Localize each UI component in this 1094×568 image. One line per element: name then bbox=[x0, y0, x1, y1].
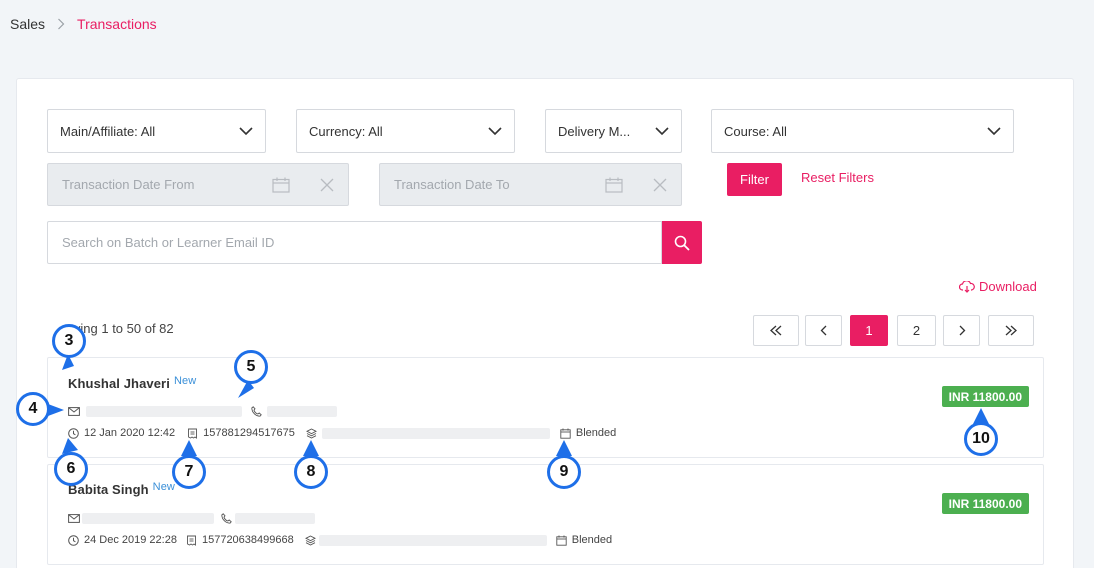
page-button-1[interactable]: 1 bbox=[850, 315, 888, 346]
course-select[interactable]: Course: All bbox=[711, 109, 1014, 153]
calendar-icon[interactable] bbox=[605, 177, 623, 193]
learner-name[interactable]: Khushal Jhaveri New bbox=[68, 375, 197, 391]
learner-name-text: Khushal Jhaveri bbox=[68, 376, 170, 391]
email-icon bbox=[68, 406, 80, 416]
download-label: Download bbox=[979, 279, 1037, 294]
search-placeholder: Search on Batch or Learner Email ID bbox=[62, 235, 275, 250]
annotation-marker-10: 10 bbox=[964, 422, 998, 456]
annotation-arrow bbox=[48, 404, 64, 416]
batch-redacted bbox=[318, 534, 547, 546]
date-to-placeholder: Transaction Date To bbox=[394, 177, 510, 192]
delivery-mode-select[interactable]: Delivery M... bbox=[545, 109, 682, 153]
clear-icon[interactable] bbox=[653, 178, 667, 192]
currency-value: Currency: All bbox=[309, 123, 383, 139]
transactions-card: Main/Affiliate: All Currency: All Delive… bbox=[16, 78, 1074, 568]
cloud-download-icon bbox=[959, 280, 975, 293]
delivery-mode: Blended bbox=[571, 534, 613, 546]
currency-select[interactable]: Currency: All bbox=[296, 109, 515, 153]
learner-name-text: Babita Singh bbox=[68, 482, 149, 497]
new-badge: New bbox=[152, 481, 175, 493]
search-icon bbox=[674, 235, 690, 251]
transaction-id: 157881294517675 bbox=[203, 427, 295, 439]
annotation-marker-4: 4 bbox=[16, 392, 50, 426]
course-value: Course: All bbox=[724, 123, 787, 139]
date-from-field[interactable]: Transaction Date From bbox=[47, 163, 349, 206]
clock-icon bbox=[68, 427, 79, 439]
transaction-datetime: 12 Jan 2020 12:42 bbox=[84, 427, 176, 439]
last-page-button[interactable] bbox=[988, 315, 1034, 346]
receipt-icon bbox=[187, 428, 198, 439]
reset-filters-link[interactable]: Reset Filters bbox=[801, 170, 874, 185]
transaction-datetime: 24 Dec 2019 22:28 bbox=[84, 534, 177, 546]
search-input[interactable]: Search on Batch or Learner Email ID bbox=[47, 221, 662, 264]
breadcrumb-current: Transactions bbox=[77, 16, 157, 32]
annotation-marker-9: 9 bbox=[547, 455, 581, 489]
email-redacted bbox=[82, 512, 214, 524]
calendar-icon[interactable] bbox=[272, 177, 290, 193]
contact-row bbox=[68, 404, 337, 418]
download-link[interactable]: Download bbox=[959, 279, 1037, 294]
phone-redacted bbox=[235, 512, 315, 524]
breadcrumb: Sales Transactions bbox=[0, 0, 1094, 48]
phone-icon bbox=[221, 512, 232, 524]
details-row: 12 Jan 2020 12:42 157881294517675 Blende… bbox=[68, 426, 616, 440]
annotation-marker-8: 8 bbox=[294, 455, 328, 489]
annotation-arrow bbox=[303, 440, 319, 456]
next-page-button[interactable] bbox=[943, 315, 980, 346]
date-from-placeholder: Transaction Date From bbox=[62, 177, 195, 192]
chevron-down-icon bbox=[655, 126, 669, 136]
calendar-icon bbox=[560, 428, 571, 439]
layers-icon bbox=[304, 534, 316, 546]
amount-badge: INR 11800.00 bbox=[941, 386, 1029, 407]
delivery-mode-value: Delivery M... bbox=[558, 123, 631, 139]
phone-icon bbox=[251, 405, 262, 417]
chevron-down-icon bbox=[488, 126, 502, 136]
email-icon bbox=[68, 513, 80, 523]
amount-badge: INR 11800.00 bbox=[941, 493, 1029, 514]
annotation-marker-7: 7 bbox=[172, 455, 206, 489]
contact-row bbox=[68, 511, 315, 525]
details-row: 24 Dec 2019 22:28 157720638499668 Blende… bbox=[68, 533, 612, 547]
annotation-marker-3: 3 bbox=[52, 324, 86, 358]
email-redacted bbox=[86, 405, 242, 417]
date-to-field[interactable]: Transaction Date To bbox=[379, 163, 682, 206]
clear-icon[interactable] bbox=[320, 178, 334, 192]
main-affiliate-select[interactable]: Main/Affiliate: All bbox=[47, 109, 266, 153]
first-page-button[interactable] bbox=[753, 315, 799, 346]
main-affiliate-value: Main/Affiliate: All bbox=[60, 123, 156, 139]
phone-redacted bbox=[267, 405, 337, 417]
calendar-icon bbox=[556, 535, 567, 546]
breadcrumb-root[interactable]: Sales bbox=[10, 16, 45, 32]
receipt-icon bbox=[186, 535, 197, 546]
learner-name[interactable]: Babita Singh New bbox=[68, 481, 175, 497]
annotation-marker-5: 5 bbox=[234, 350, 268, 384]
results-count: wing 1 to 50 of 82 bbox=[71, 321, 174, 336]
new-badge: New bbox=[173, 375, 197, 387]
filter-button[interactable]: Filter bbox=[727, 163, 782, 196]
chevron-down-icon bbox=[239, 126, 253, 136]
annotation-arrow bbox=[181, 440, 197, 456]
chevron-right-icon bbox=[57, 18, 65, 30]
transaction-id: 157720638499668 bbox=[201, 534, 294, 546]
batch-redacted bbox=[321, 427, 550, 439]
annotation-arrow bbox=[556, 440, 572, 456]
annotation-marker-6: 6 bbox=[54, 452, 88, 486]
clock-icon bbox=[68, 534, 79, 546]
chevron-down-icon bbox=[987, 126, 1001, 136]
page-button-2[interactable]: 2 bbox=[897, 315, 936, 346]
delivery-mode: Blended bbox=[575, 427, 617, 439]
prev-page-button[interactable] bbox=[805, 315, 842, 346]
layers-icon bbox=[305, 427, 317, 439]
search-button[interactable] bbox=[662, 221, 702, 264]
